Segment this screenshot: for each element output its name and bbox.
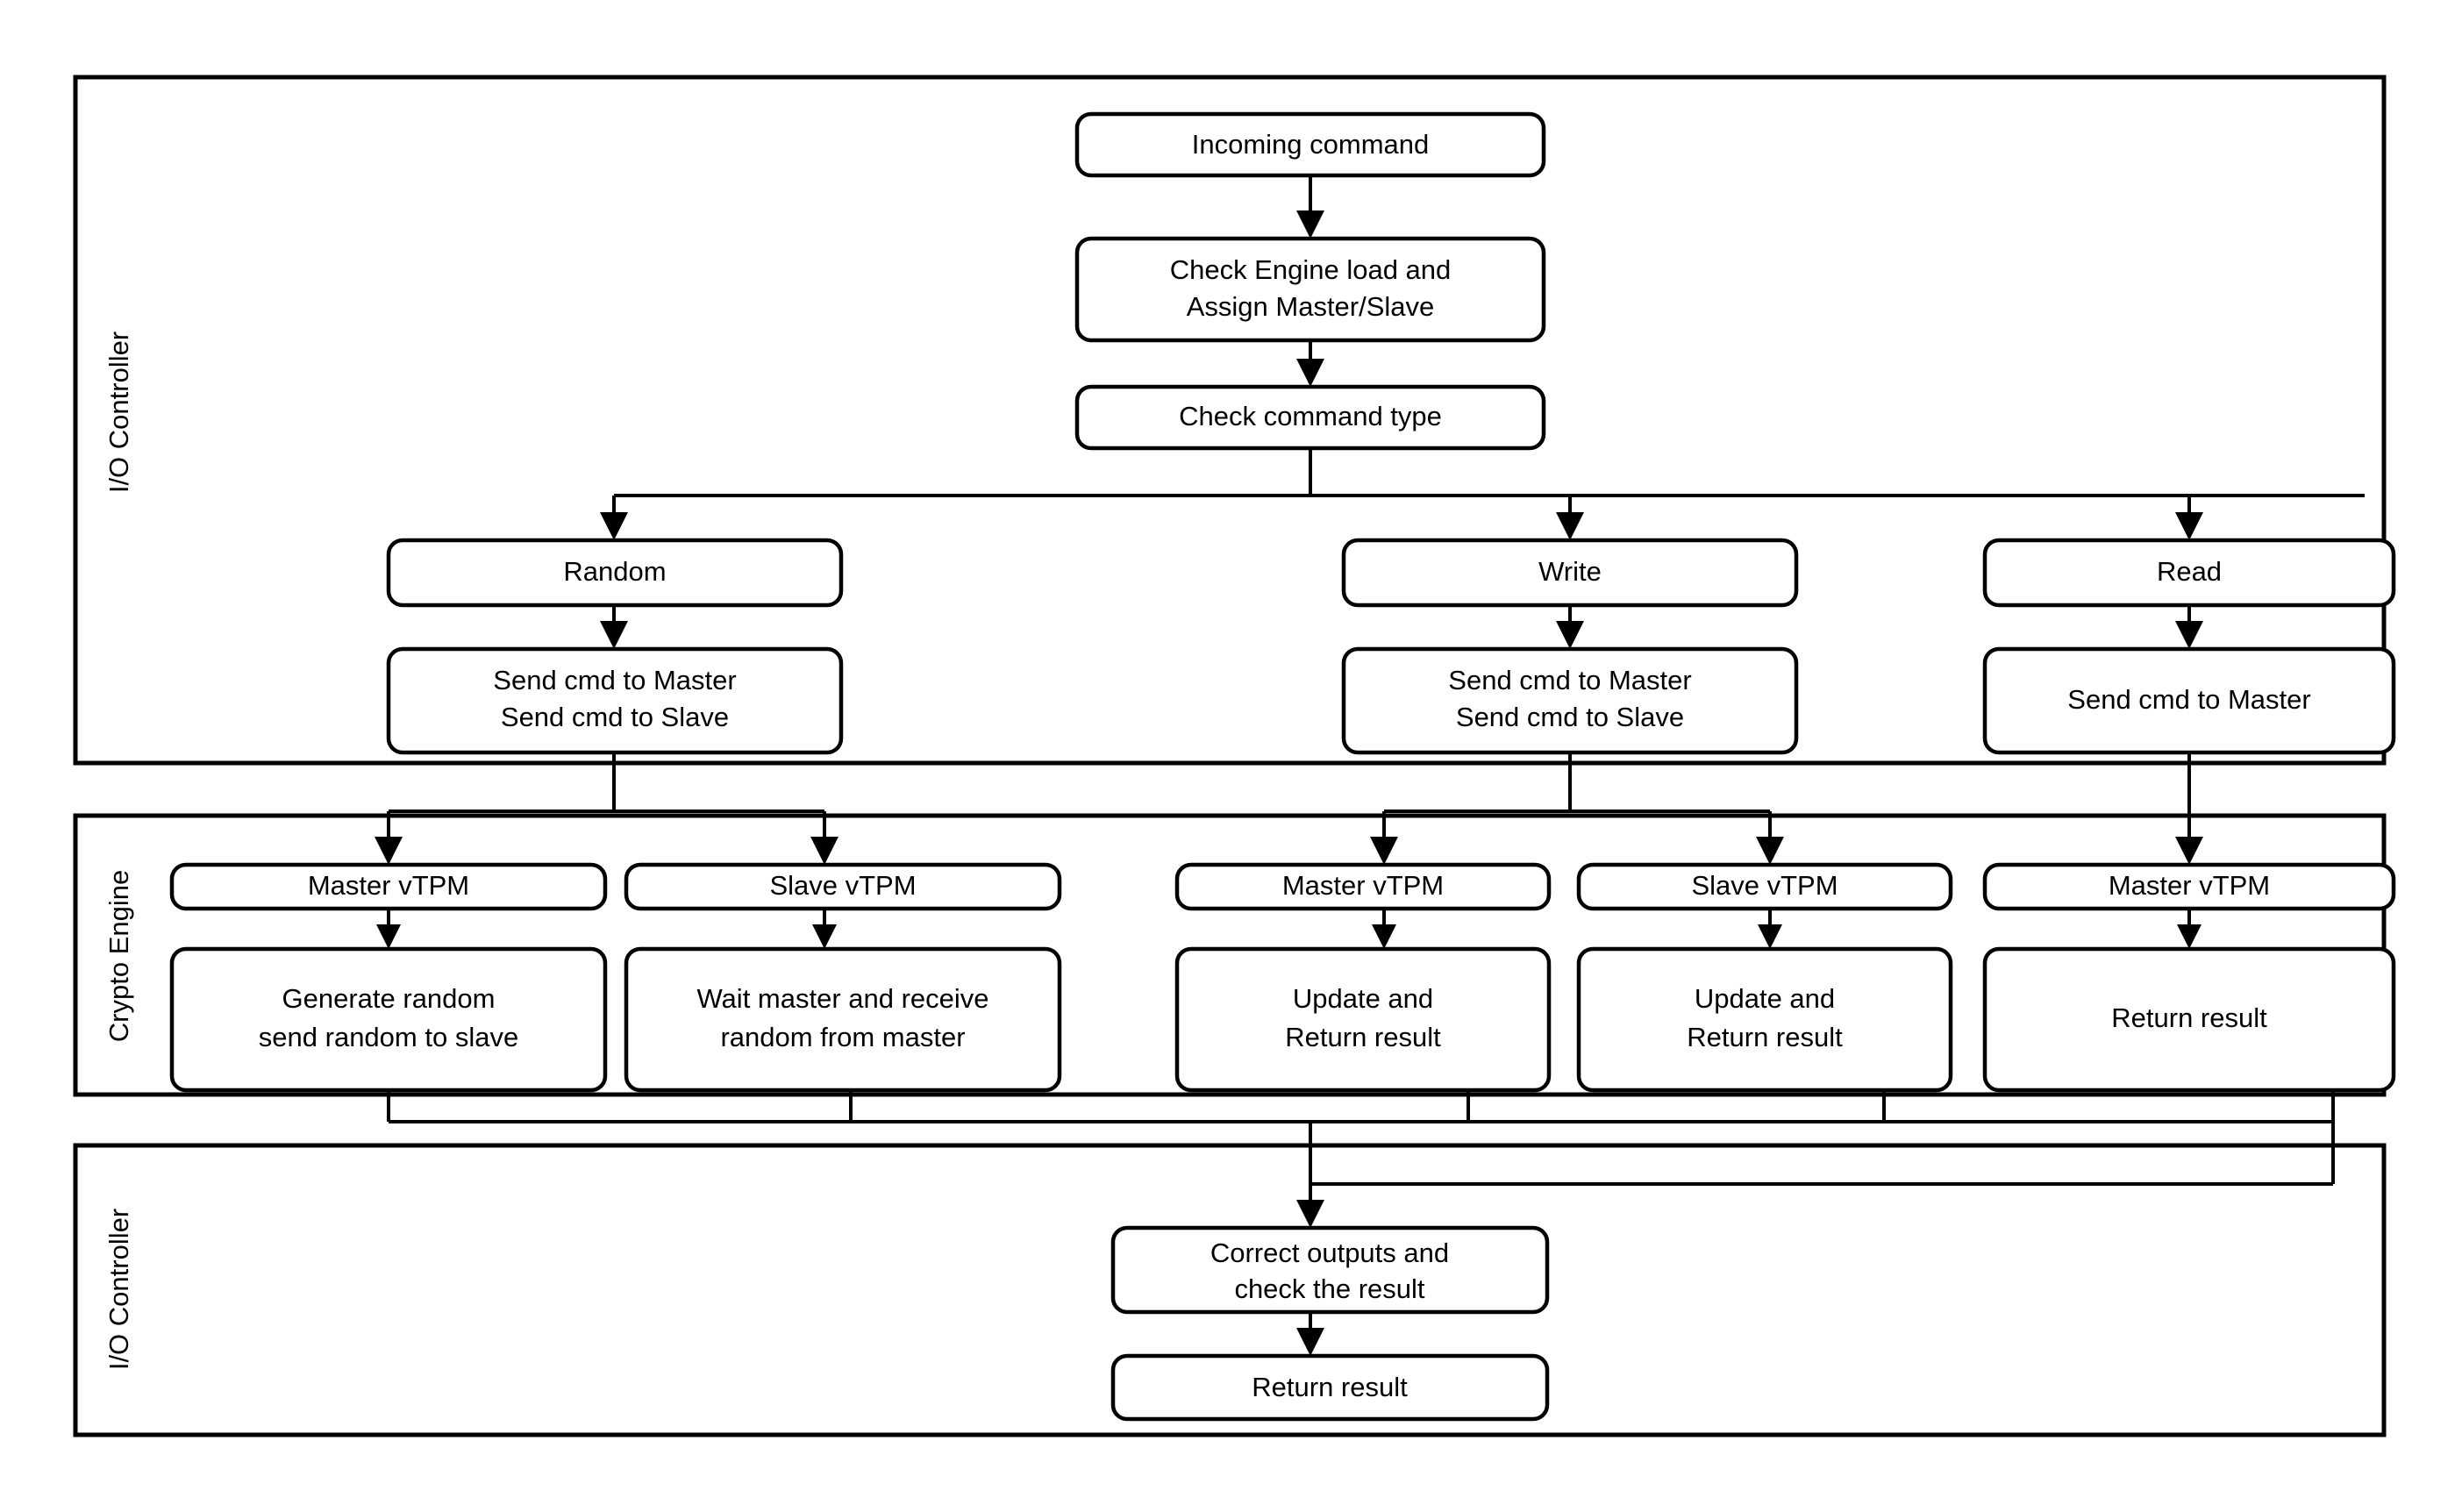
arrowhead-read-to-send — [2175, 621, 2203, 649]
node-label-generate-random-line2: send random to slave — [259, 1022, 518, 1052]
node-label-random-send-cmd-line2: Send cmd to Slave — [501, 702, 729, 732]
node-label-wait-master-line2: random from master — [720, 1022, 965, 1052]
node-label-random-master-vtpm: Master vTPM — [308, 870, 469, 901]
node-label-random-send-cmd-line1: Send cmd to Master — [493, 665, 736, 695]
arrowhead-read-master-to-return — [2177, 924, 2202, 949]
node-label-write-master-update-line2: Return result — [1285, 1022, 1441, 1052]
node-wait-master[interactable] — [624, 946, 1062, 1093]
node-label-incoming-command: Incoming command — [1192, 129, 1430, 160]
node-label-branch-write: Write — [1538, 556, 1602, 587]
arrowhead-bus-to-read — [2175, 512, 2203, 540]
node-label-check-engine-load-line2: Assign Master/Slave — [1187, 291, 1435, 322]
node-label-wait-master-line1: Wait master and receive — [696, 983, 988, 1014]
node-label-write-master-vtpm: Master vTPM — [1282, 870, 1444, 901]
node-generate-random[interactable] — [169, 946, 608, 1093]
arrowhead-bus-to-write-slave — [1756, 837, 1784, 865]
arrowhead-bus-to-write — [1556, 512, 1584, 540]
node-label-check-command-type: Check command type — [1179, 401, 1442, 431]
arrowhead-random-to-send — [600, 621, 628, 649]
flowchart-svg: I/O Controller Crypto Engine I/O Control… — [73, 75, 2396, 1437]
arrowhead-bus-to-random-slave — [810, 837, 839, 865]
node-label-check-engine-load-line1: Check Engine load and — [1170, 254, 1452, 285]
node-label-write-slave-update-line1: Update and — [1695, 983, 1835, 1014]
node-label-correct-outputs-line2: check the result — [1234, 1273, 1424, 1304]
node-label-write-slave-vtpm: Slave vTPM — [1691, 870, 1838, 901]
arrowhead-random-slave-to-wait — [812, 924, 837, 949]
arrowhead-checkload-to-cmdtype — [1296, 359, 1324, 387]
arrowhead-bus-to-random — [600, 512, 628, 540]
node-label-read-return-result: Return result — [2111, 1002, 2267, 1033]
node-label-correct-outputs-line1: Correct outputs and — [1210, 1237, 1449, 1268]
node-label-write-send-cmd-line1: Send cmd to Master — [1448, 665, 1691, 695]
node-label-read-send-cmd: Send cmd to Master — [2067, 684, 2310, 715]
node-label-write-send-cmd-line2: Send cmd to Slave — [1456, 702, 1684, 732]
node-label-branch-random: Random — [563, 556, 666, 587]
diagram-canvas: I/O Controller Crypto Engine I/O Control… — [0, 0, 2462, 1512]
node-label-read-master-vtpm: Master vTPM — [2109, 870, 2270, 901]
arrowhead-random-master-to-generate — [376, 924, 401, 949]
node-label-random-slave-vtpm: Slave vTPM — [769, 870, 916, 901]
arrowhead-write-to-send — [1556, 621, 1584, 649]
node-label-write-slave-update-line2: Return result — [1687, 1022, 1843, 1052]
arrowhead-correct-to-return — [1296, 1328, 1324, 1356]
node-label-final-return-result: Return result — [1252, 1372, 1408, 1402]
lane-label-io-controller-top: I/O Controller — [103, 332, 134, 493]
node-write-master-update[interactable] — [1174, 946, 1552, 1093]
arrowhead-bus-to-random-master — [375, 837, 403, 865]
node-write-slave-update[interactable] — [1576, 946, 1953, 1093]
node-label-generate-random-line1: Generate random — [282, 983, 496, 1014]
arrowhead-merge-to-correct — [1296, 1200, 1324, 1228]
arrowhead-write-master-to-update — [1372, 924, 1396, 949]
lane-label-io-controller-bottom: I/O Controller — [103, 1209, 134, 1370]
arrowhead-readsend-to-master — [2175, 837, 2203, 865]
lane-label-crypto-engine: Crypto Engine — [103, 870, 134, 1042]
node-label-branch-read: Read — [2157, 556, 2222, 587]
node-label-write-master-update-line1: Update and — [1293, 983, 1433, 1014]
arrowhead-incoming-to-checkload — [1296, 210, 1324, 239]
arrowhead-bus-to-write-master — [1370, 837, 1398, 865]
arrowhead-write-slave-to-update — [1758, 924, 1782, 949]
